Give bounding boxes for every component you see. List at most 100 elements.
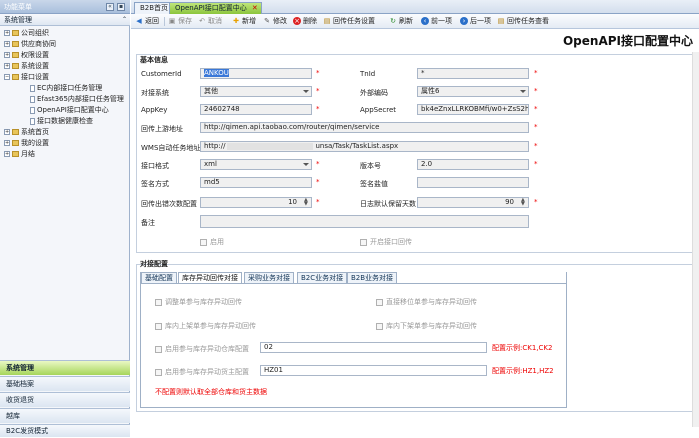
sidebar: 功能菜单 « ▪ 系统管理 ⌃ + 公司组织 + 供应商协同 + 权限设置 + 系统设置… [0,0,130,437]
folder-icon [12,151,19,157]
expand-icon[interactable]: + [4,129,10,135]
nav-receive-return[interactable]: 收货退货 [0,392,130,407]
peer-system-select[interactable]: 其他 [200,86,312,97]
tab-b2c[interactable]: B2C业务对接 [297,272,348,283]
tree-item-permission[interactable]: + 权限设置 [4,50,49,60]
warehouse-config-input[interactable]: 02 [260,342,487,353]
tab-inventory-callback[interactable]: 库存异动回传对接 [178,272,242,283]
expand-icon[interactable]: + [4,30,10,36]
tab-basic-config[interactable]: 基础配置 [141,272,177,283]
page-icon [30,84,35,92]
sidebar-system-header[interactable]: 系统管理 ⌃ [0,14,130,26]
tab-b2b[interactable]: B2B业务对接 [347,272,398,283]
required-mark: * [534,87,538,95]
nav-system[interactable]: 系统管理 [0,360,130,375]
scrollbar[interactable] [692,52,699,427]
cancel-label: 取消 [208,17,222,25]
tree-label: 系统设置 [21,62,49,70]
checkbox-box [376,322,383,330]
spinner-icon[interactable]: ▲ ▼ [521,198,525,207]
folder-icon [12,52,19,58]
expand-icon[interactable]: + [4,41,10,47]
nav-cross-dock[interactable]: 越库 [0,408,130,423]
tree-item-system-settings[interactable]: + 系统设置 [4,61,49,71]
save-label: 保存 [178,17,192,25]
external-code-select[interactable]: 属性6 [417,86,529,97]
callback-settings-button[interactable]: ▤ 回传任务设置 [323,16,375,27]
adjust-order-checkbox[interactable]: 调整单参与库存异动回传 [155,297,242,307]
tree-item-home[interactable]: + 系统首页 [4,127,49,137]
callback-url-input[interactable]: http://qimen.api.taobao.com/router/qimen… [200,122,529,133]
tree-item-health-check[interactable]: 接口数据健康检查 [30,116,93,126]
retry-input[interactable]: 10 [200,197,312,208]
wms-url-prefix: http:// [204,142,226,150]
checkbox-box [155,322,162,330]
refresh-button[interactable]: ↻ 刷新 [389,16,413,27]
wms-url-input[interactable]: http:// unsa/Task/TaskList.aspx [200,141,529,152]
tab-purchase[interactable]: 采购业务对接 [244,272,294,283]
tab-openapi[interactable]: OpenAPI接口配置中心 ✕ [169,2,262,14]
folder-icon [12,30,19,36]
expand-icon[interactable]: + [4,151,10,157]
chevron-up-icon[interactable]: ⌃ [118,14,127,26]
nav-basic-archive[interactable]: 基础档案 [0,376,130,391]
expand-icon[interactable]: + [4,63,10,69]
tree-label: 月结 [21,150,35,158]
tnid-input[interactable]: * [417,68,529,79]
callback-url-label: 回传上游地址 [141,125,183,133]
new-button[interactable]: ✚ 新增 [232,16,256,27]
tree-item-supplier[interactable]: + 供应商协同 [4,39,56,49]
putaway-checkbox[interactable]: 库内上架单参与库存异动回传 [155,321,256,331]
collapse-icon[interactable]: − [4,74,10,80]
close-icon[interactable]: ✕ [252,3,258,14]
owner-config-checkbox[interactable]: 启用参与库存异动货主配置 [155,367,249,377]
save-button[interactable]: ▣ 保存 [168,16,192,27]
delete-button[interactable]: × 删除 [293,16,317,27]
checkbox-box [200,238,207,246]
owner-config-input[interactable]: HZ01 [260,365,487,376]
version-input[interactable]: 2.0 [417,159,529,170]
tree-item-interface[interactable]: − 接口设置 [4,72,49,82]
new-label: 新增 [242,17,256,25]
cancel-button[interactable]: ↶ 取消 [198,16,222,27]
log-days-input[interactable]: 90 [417,197,529,208]
tree-item-openapi[interactable]: OpenAPI接口配置中心 [30,105,109,115]
appkey-input[interactable]: 24602748 [200,104,312,115]
tree-item-org[interactable]: + 公司组织 [4,28,49,38]
prev-button[interactable]: ‹ 前一项 [421,16,452,27]
enable-checkbox[interactable]: 启用 [200,237,224,247]
sidebar-system-label: 系统管理 [4,16,32,24]
required-mark: * [316,69,320,77]
remark-input[interactable] [200,215,529,228]
callback-view-button[interactable]: ▤ 回传任务查看 [497,16,549,27]
tree-item-efast-tasks[interactable]: Efast365内部接口任务管理 [30,94,124,104]
sign-input[interactable]: md5 [200,177,312,188]
nav-b2c[interactable]: B2C发货模式 [0,424,130,437]
direct-move-checkbox[interactable]: 直接移位单参与库存异动回传 [376,297,477,307]
pickdown-checkbox[interactable]: 库内下架单参与库存异动回传 [376,321,477,331]
page-icon [30,106,35,114]
tree-label: EC内部接口任务管理 [37,84,103,92]
tab-bar: B2B首页 OpenAPI接口配置中心 ✕ [131,0,699,14]
tree-item-monthly[interactable]: + 月结 [4,149,35,159]
format-select[interactable]: xml [200,159,312,170]
collapse-icon[interactable]: « [106,3,114,11]
expand-icon[interactable]: + [4,52,10,58]
checkbox-label: 库内下架单参与库存异动回传 [386,322,477,330]
wms-url-suffix: unsa/Task/TaskList.aspx [315,142,399,150]
next-button[interactable]: › 后一项 [460,16,491,27]
required-mark: * [534,105,538,113]
expand-icon[interactable]: + [4,140,10,146]
appsecret-input[interactable]: bk4eZnxLLRKOBMfi/w0+ZsS2hyUC [417,104,529,115]
spinner-icon[interactable]: ▲ ▼ [304,198,308,207]
customer-id-input[interactable]: ANKOU [200,68,312,79]
salt-label: 签名盐值 [360,180,388,188]
salt-input[interactable] [417,177,529,188]
back-button[interactable]: ◀ 返回 [135,16,159,27]
tree-item-ec-tasks[interactable]: EC内部接口任务管理 [30,83,102,93]
enable-callback-checkbox[interactable]: 开启接口回传 [360,237,412,247]
pin-icon[interactable]: ▪ [117,3,125,11]
warehouse-config-checkbox[interactable]: 启用参与库存异动仓库配置 [155,344,249,354]
tree-item-my-settings[interactable]: + 我的设置 [4,138,49,148]
edit-button[interactable]: ✎ 修改 [263,16,287,27]
